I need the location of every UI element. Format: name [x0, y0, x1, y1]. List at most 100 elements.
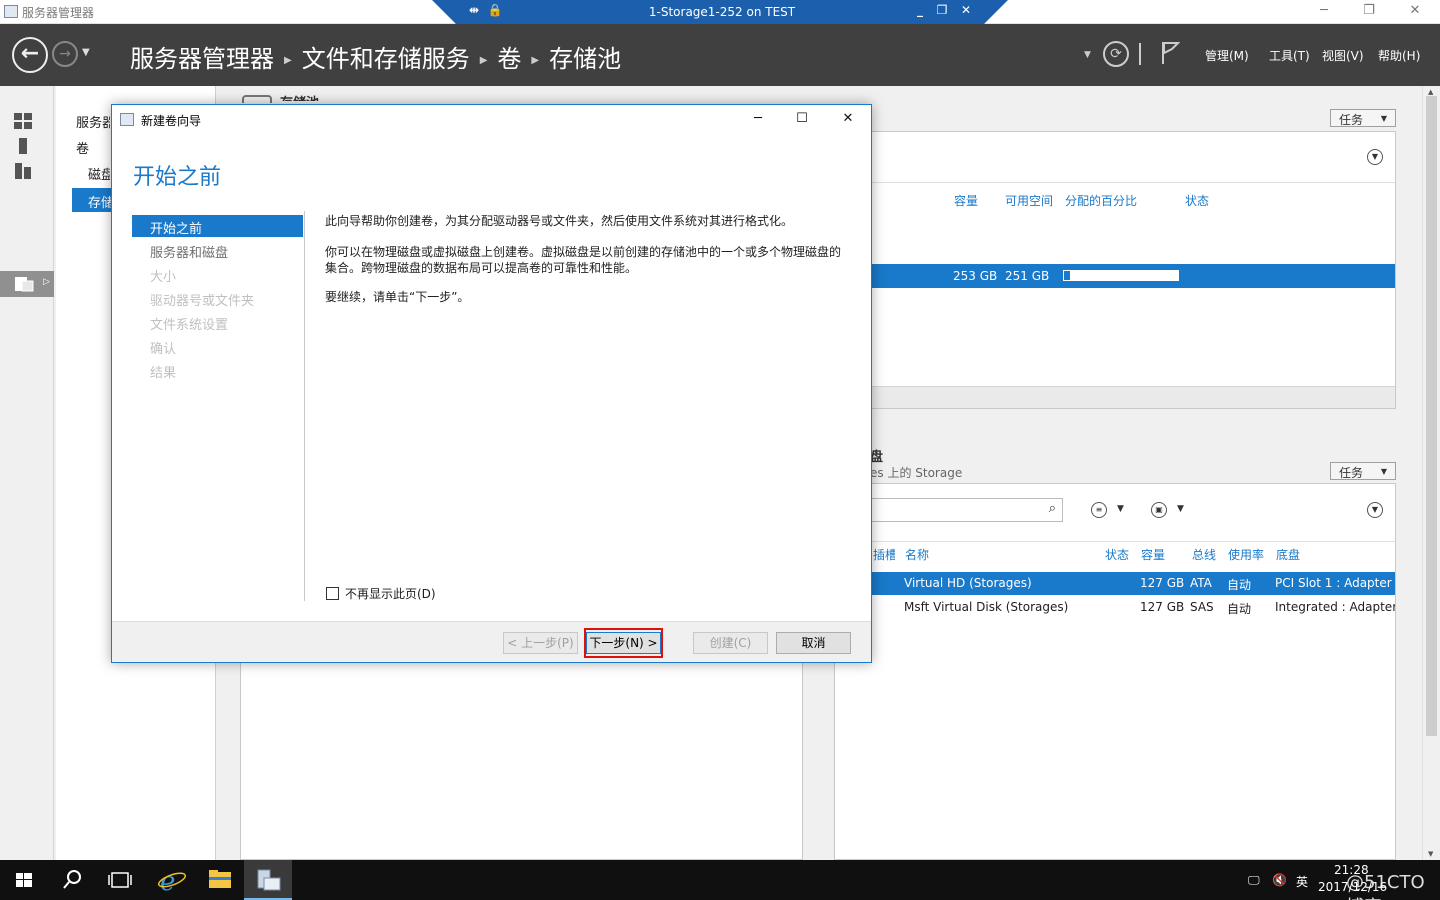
network-icon[interactable]: 🖵: [1248, 873, 1260, 888]
dialog-titlebar[interactable]: 新建卷向导 ─ ☐ ✕: [112, 105, 871, 135]
close-icon[interactable]: ✕: [1401, 2, 1429, 20]
breadcrumb-item[interactable]: 存储池: [549, 45, 621, 73]
rdp-close-icon[interactable]: ✕: [958, 3, 974, 17]
chevron-down-icon[interactable]: ▼: [1117, 504, 1124, 514]
internet-explorer-icon[interactable]: e: [148, 860, 196, 900]
wizard-step-confirm: 确认: [150, 342, 177, 357]
nav-item-servers[interactable]: 服务器: [76, 112, 110, 131]
rdp-restore-icon[interactable]: ❐: [934, 3, 950, 17]
disk-capacity: 127 GB: [1140, 576, 1185, 590]
vertical-scrollbar[interactable]: ▲ ▼: [1422, 86, 1440, 860]
dont-show-checkbox[interactable]: 不再显示此页(D): [326, 585, 436, 602]
col-name[interactable]: 名称: [905, 546, 929, 563]
checkbox-box[interactable]: [326, 587, 339, 600]
checkbox-label: 不再显示此页(D): [345, 587, 436, 601]
refresh-icon[interactable]: ⟳: [1103, 41, 1129, 67]
task-view-icon[interactable]: [96, 860, 144, 900]
dashboard-icon[interactable]: [12, 111, 34, 131]
wizard-step-server-disk[interactable]: 服务器和磁盘: [132, 239, 303, 261]
disk-name: Virtual HD (Storages): [904, 576, 1032, 590]
notifications-flag-icon[interactable]: [1160, 40, 1180, 66]
expand-arrow-icon: ▷: [43, 277, 50, 287]
nav-item-disks[interactable]: 磁盘: [88, 164, 110, 183]
rdp-minimize-icon[interactable]: _: [912, 3, 928, 17]
file-explorer-icon[interactable]: [196, 860, 244, 900]
table-row[interactable]: Msft Virtual Disk (Storages) 127 GB SAS …: [835, 596, 1395, 619]
allocation-bar: [1063, 270, 1179, 281]
filter-input[interactable]: 器 ⌕: [853, 498, 1063, 522]
file-storage-services-icon[interactable]: ▷: [0, 271, 54, 297]
scrollbar-thumb[interactable]: [1426, 96, 1437, 736]
pool-free-space: 251 GB: [1005, 269, 1050, 283]
chevron-down-icon[interactable]: ▼: [1177, 504, 1184, 514]
column-header-divider: [835, 541, 1395, 542]
breadcrumb: 服务器管理器 ▶ 文件和存储服务 ▶ 卷 ▶ 存储池: [130, 39, 621, 74]
menu-view[interactable]: 视图(V): [1322, 47, 1364, 64]
nav-item-volumes[interactable]: 卷: [76, 138, 89, 157]
col-capacity[interactable]: 容量: [954, 192, 978, 209]
breadcrumb-item[interactable]: 卷: [497, 45, 521, 73]
new-volume-wizard-dialog: 新建卷向导 ─ ☐ ✕ 开始之前 开始之前 服务器和磁盘 大小 驱动器号或文件夹…: [111, 104, 872, 663]
next-button[interactable]: 下一步(N) >: [586, 632, 661, 654]
pool-capacity: 253 GB: [953, 269, 998, 283]
server-manager-taskbar-button[interactable]: [244, 860, 292, 900]
create-button[interactable]: 创建(C): [693, 632, 768, 654]
left-icon-bar: ▷: [0, 86, 54, 860]
storage-icon: [15, 277, 34, 292]
menu-manage[interactable]: 管理(M): [1205, 47, 1249, 64]
server-manager-icon: [4, 5, 18, 18]
windows-start-icon[interactable]: [0, 860, 48, 900]
breadcrumb-separator-icon: ▶: [531, 54, 540, 66]
steps-divider: [304, 211, 305, 601]
save-query-icon[interactable]: ▣: [1151, 502, 1167, 518]
expand-icon[interactable]: ▼: [1367, 502, 1383, 518]
scroll-down-icon[interactable]: ▼: [1428, 850, 1433, 858]
col-status[interactable]: 状态: [1105, 546, 1129, 563]
virtual-disks-panel: [240, 660, 803, 860]
disk-bus: SAS: [1190, 600, 1214, 614]
col-usage[interactable]: 使用率: [1228, 546, 1264, 563]
rdp-connection-bar: ⇹ 🔒 1-Storage1-252 on TEST _ ❐ ✕: [432, 0, 1008, 24]
col-chassis[interactable]: 底盘: [1276, 546, 1300, 563]
pin-icon[interactable]: ⇹: [466, 3, 482, 17]
wizard-step-before-you-begin[interactable]: 开始之前: [132, 215, 303, 237]
allocation-fill: [1069, 271, 1178, 280]
history-dropdown-icon[interactable]: ▼: [82, 47, 90, 58]
disk-usage: 自动: [1227, 578, 1252, 592]
restore-icon[interactable]: ❐: [1355, 2, 1383, 20]
col-free-space[interactable]: 可用空间: [1005, 192, 1053, 209]
scroll-up-icon[interactable]: ▲: [1428, 88, 1433, 96]
maximize-icon[interactable]: ☐: [790, 111, 814, 129]
col-status[interactable]: 状态: [1185, 192, 1209, 209]
wizard-step-drive-letter: 驱动器号或文件夹: [150, 294, 255, 309]
col-percent-allocated[interactable]: 分配的百分比: [1065, 192, 1137, 209]
list-view-icon[interactable]: ≡: [1091, 502, 1107, 518]
breadcrumb-item[interactable]: 文件和存储服务: [302, 45, 470, 73]
breadcrumb-item[interactable]: 服务器管理器: [130, 45, 274, 73]
all-servers-icon[interactable]: [12, 161, 34, 181]
forward-icon[interactable]: →: [52, 41, 78, 67]
minimize-icon[interactable]: ─: [746, 111, 770, 129]
disk-tasks-button[interactable]: 任务 ▼: [1330, 462, 1396, 480]
back-icon[interactable]: ←: [12, 37, 48, 73]
cancel-button[interactable]: 取消: [776, 632, 851, 654]
volume-muted-icon[interactable]: 🔇: [1272, 873, 1287, 887]
col-capacity[interactable]: 容量: [1141, 546, 1165, 563]
table-row[interactable]: Virtual HD (Storages) 127 GB ATA 自动 PCI …: [835, 572, 1395, 595]
dialog-footer: < 上一步(P) 下一步(N) > 创建(C) 取消: [112, 621, 871, 662]
close-icon[interactable]: ✕: [836, 111, 860, 129]
local-server-icon[interactable]: [12, 136, 34, 156]
minimize-icon[interactable]: ─: [1310, 2, 1338, 20]
nav-dropdown-icon[interactable]: ▼: [1084, 50, 1091, 60]
expand-icon[interactable]: ▼: [1367, 149, 1383, 165]
search-icon[interactable]: [48, 860, 96, 900]
col-slot[interactable]: 插槽: [873, 546, 895, 563]
ime-indicator[interactable]: 英: [1296, 873, 1308, 890]
menu-help[interactable]: 帮助(H): [1378, 47, 1420, 64]
watermark: @51CTO博客: [1346, 872, 1425, 900]
search-icon[interactable]: ⌕: [1049, 501, 1056, 516]
previous-button[interactable]: < 上一步(P): [503, 632, 578, 654]
pool-tasks-button[interactable]: 任务 ▼: [1330, 109, 1396, 127]
col-bus[interactable]: 总线: [1192, 546, 1216, 563]
menu-tools[interactable]: 工具(T): [1269, 47, 1310, 64]
